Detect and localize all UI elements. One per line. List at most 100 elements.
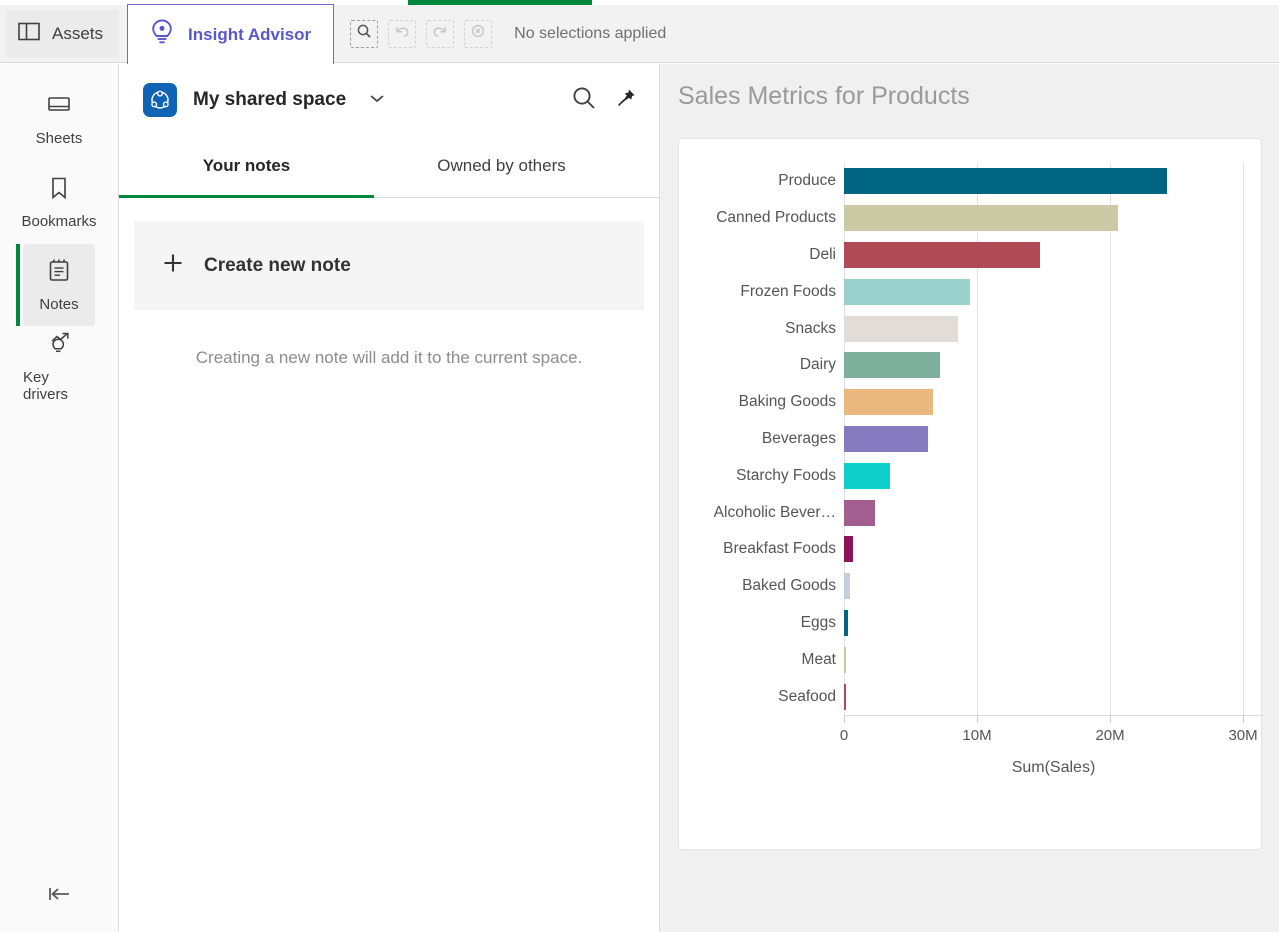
- bar-row[interactable]: Meat: [679, 641, 1263, 678]
- bar-cell: [844, 273, 1263, 310]
- collapse-left-icon: [44, 884, 76, 909]
- clear-selections-button[interactable]: [464, 19, 493, 48]
- bar-row[interactable]: Deli: [679, 237, 1263, 274]
- bar[interactable]: [844, 425, 928, 452]
- create-new-note-button[interactable]: Create new note: [134, 221, 644, 310]
- tab-insight-advisor-label: Insight Advisor: [188, 24, 312, 44]
- bar-cell: [844, 347, 1263, 384]
- bar-category-label: Deli: [809, 245, 836, 263]
- bar-cell: [844, 678, 1263, 715]
- bar[interactable]: [844, 646, 846, 673]
- bar-cell: [844, 605, 1263, 642]
- x-axis-ticks: 0 10M 20M 30M: [840, 716, 1263, 746]
- pin-space-button[interactable]: [615, 87, 637, 114]
- bar-cell: [844, 531, 1263, 568]
- bar[interactable]: [844, 278, 971, 305]
- bar[interactable]: [844, 609, 848, 636]
- collapse-panel-button[interactable]: [0, 874, 119, 918]
- tab-insight-advisor[interactable]: Insight Advisor: [127, 3, 335, 66]
- sidebar-item-notes[interactable]: Notes: [0, 244, 118, 326]
- bar[interactable]: [844, 315, 959, 342]
- sidebar-item-key-drivers-label: Key drivers: [23, 369, 69, 403]
- tab-owned-by-others[interactable]: Owned by others: [374, 137, 629, 198]
- bar-cell: [844, 568, 1263, 605]
- bar-row[interactable]: Dairy: [679, 347, 1263, 384]
- bar-category-label: Alcoholic Bever…: [713, 503, 836, 521]
- bar-category-label: Beverages: [761, 429, 836, 447]
- bar-row[interactable]: Canned Products: [679, 200, 1263, 237]
- bar[interactable]: [844, 352, 940, 379]
- bar-chart-plot: Produce Canned Products Deli Frozen Foods Sn…: [679, 163, 1263, 803]
- space-name-label: My shared space: [193, 89, 347, 110]
- bar-cell: [844, 163, 1263, 200]
- bar-cell: [844, 384, 1263, 421]
- bar[interactable]: [844, 499, 875, 526]
- bar[interactable]: [844, 205, 1118, 232]
- pin-icon: [615, 87, 637, 114]
- tab-your-notes[interactable]: Your notes: [119, 137, 374, 198]
- x-tick-label: 10M: [962, 727, 992, 744]
- search-icon: [571, 85, 597, 116]
- bar-row[interactable]: Breakfast Foods: [679, 531, 1263, 568]
- notes-panel: My shared space Your notes Owned by othe…: [119, 64, 660, 932]
- bar-row[interactable]: Starchy Foods: [679, 457, 1263, 494]
- bar[interactable]: [844, 573, 850, 600]
- bar[interactable]: [844, 389, 934, 416]
- sidebar-item-sheets[interactable]: Sheets: [0, 80, 118, 162]
- lightbulb-trend-icon: [46, 331, 72, 361]
- bar[interactable]: [844, 683, 846, 710]
- bar-category-label: Meat: [801, 650, 836, 668]
- bar-row[interactable]: Baked Goods: [679, 568, 1263, 605]
- bar-chart-card[interactable]: Produce Canned Products Deli Frozen Foods Sn…: [678, 138, 1263, 850]
- bar-rows: Produce Canned Products Deli Frozen Foods Sn…: [679, 163, 1263, 715]
- bar[interactable]: [844, 462, 890, 489]
- app-root: Assets Insight Advisor No selections app…: [0, 0, 1279, 932]
- bar-cell: [844, 237, 1263, 274]
- bar-cell: [844, 457, 1263, 494]
- bar-cell: [844, 641, 1263, 678]
- selection-toolbar: No selections applied: [350, 19, 666, 48]
- bar[interactable]: [844, 241, 1040, 268]
- bar-category-label: Baking Goods: [738, 393, 836, 411]
- chevron-down-icon: [368, 91, 386, 109]
- bar[interactable]: [844, 168, 1168, 195]
- notes-tabs: Your notes Owned by others: [119, 136, 659, 198]
- bar-category-label: Starchy Foods: [736, 466, 836, 484]
- sheet-icon: [47, 95, 71, 122]
- bar-row[interactable]: Beverages: [679, 421, 1263, 458]
- redo-button[interactable]: [426, 19, 455, 48]
- x-tick-label: 20M: [1095, 727, 1125, 744]
- bar-category-label: Seafood: [778, 687, 836, 705]
- sidebar-item-key-drivers[interactable]: Key drivers: [0, 326, 118, 408]
- space-dropdown-button[interactable]: [368, 91, 386, 109]
- lightbulb-eye-icon: [150, 19, 174, 50]
- tab-your-notes-label: Your notes: [202, 156, 291, 175]
- panel-layout-icon: [18, 22, 40, 46]
- bar[interactable]: [844, 536, 854, 563]
- space-header: My shared space: [119, 64, 659, 136]
- assets-button[interactable]: Assets: [6, 9, 120, 58]
- bar-row[interactable]: Eggs: [679, 605, 1263, 642]
- magnifier-icon: [356, 23, 372, 44]
- undo-button[interactable]: [388, 19, 417, 48]
- bar-category-label: Canned Products: [716, 209, 836, 227]
- bar-category-label: Produce: [778, 172, 836, 190]
- bar-row[interactable]: Produce: [679, 163, 1263, 200]
- smart-search-button[interactable]: [350, 19, 379, 48]
- notes-search-button[interactable]: [571, 85, 597, 116]
- bar-row[interactable]: Seafood: [679, 678, 1263, 715]
- top-toolbar: Assets Insight Advisor No selections app…: [0, 3, 1279, 66]
- bar-row[interactable]: Alcoholic Bever…: [679, 494, 1263, 531]
- sidebar-item-notes-label: Notes: [39, 295, 79, 313]
- bar-row[interactable]: Baking Goods: [679, 384, 1263, 421]
- sidebar-item-bookmarks[interactable]: Bookmarks: [0, 162, 118, 244]
- shared-space-icon: [143, 83, 177, 117]
- chart-title: Sales Metrics for Products: [678, 82, 970, 110]
- x-axis-title: Sum(Sales): [1011, 759, 1096, 776]
- bar-row[interactable]: Snacks: [679, 310, 1263, 347]
- bar-row[interactable]: Frozen Foods: [679, 273, 1263, 310]
- bar-cell: [844, 200, 1263, 237]
- bookmark-icon: [49, 176, 69, 205]
- redo-arrow-icon: [432, 23, 448, 44]
- bar-category-label: Baked Goods: [742, 577, 836, 595]
